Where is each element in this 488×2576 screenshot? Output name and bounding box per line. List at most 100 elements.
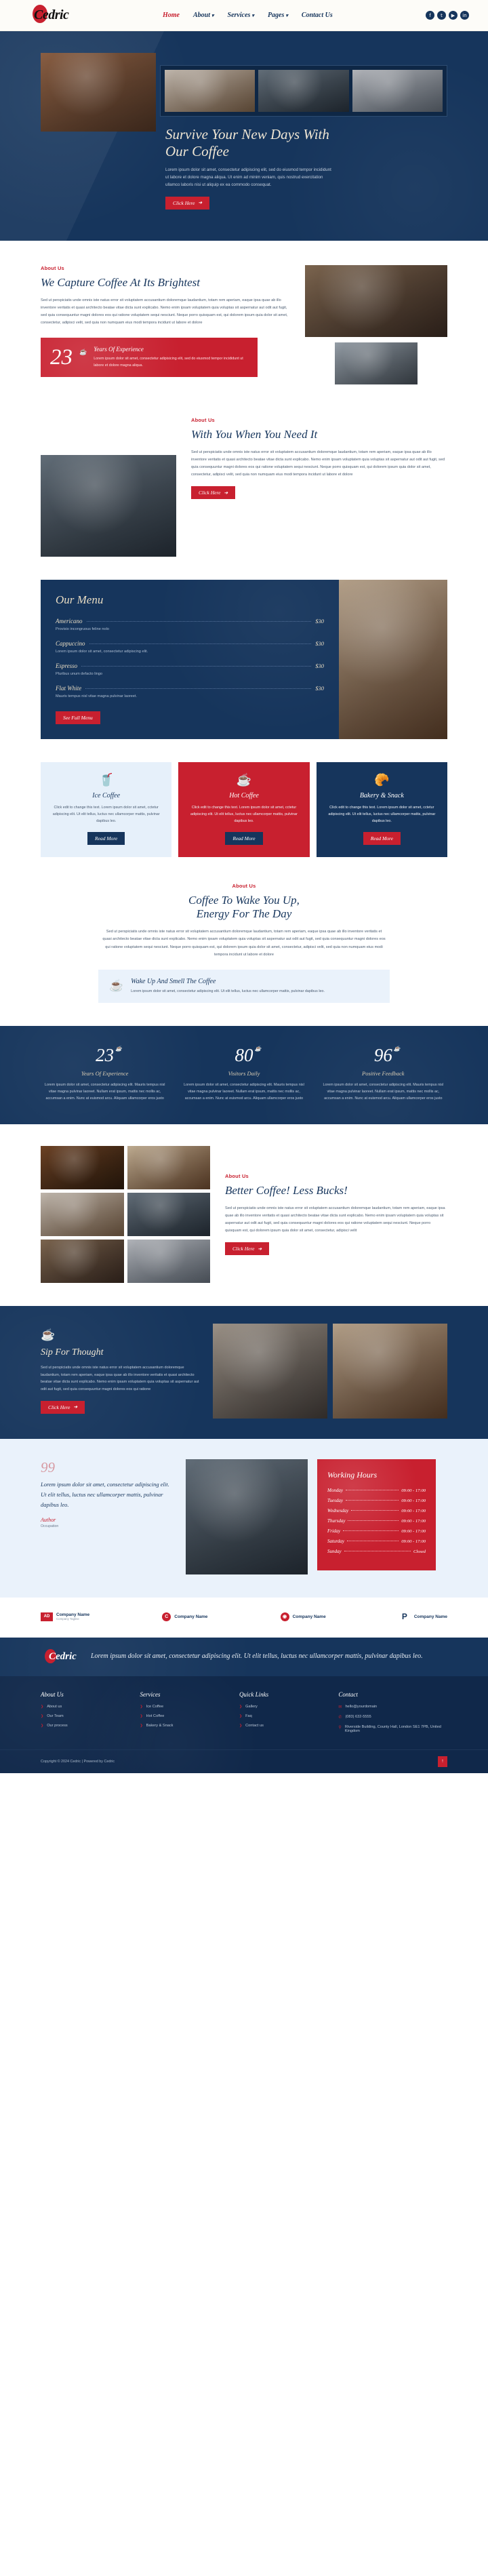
service-card-hot-coffee[interactable]: ☕ Hot Coffee Click edit to change this t… [178, 761, 310, 857]
menu-item: Americano $30 Provisio incongruous felin… [56, 618, 324, 631]
hero-main-image [41, 53, 156, 132]
twitter-icon[interactable]: t [437, 11, 446, 20]
hours-dot-leader [348, 1520, 399, 1521]
footer-link[interactable]: ❯ Bakery & Snack [140, 1724, 226, 1728]
menu-item-price: $30 [315, 684, 324, 692]
about1-title: We Capture Coffee At Its Brightest [41, 275, 200, 289]
read-more-button[interactable]: Read More [363, 831, 401, 845]
service-card-bakery-snack[interactable]: 🥐 Bakery & Snack Click edit to change th… [316, 761, 447, 857]
service-card-text: Click edit to change this text. Lorem ip… [328, 805, 436, 824]
facebook-icon[interactable]: f [426, 11, 434, 20]
better-image-pour [127, 1145, 210, 1189]
hero-paragraph: Lorem ipsum dolor sit amet, consectetur … [165, 167, 331, 188]
stat-label: Positive Feedback [362, 1069, 405, 1077]
arrow-right-icon: ➜ [198, 200, 203, 206]
sip-cta-button[interactable]: Click Here ➜ [41, 1400, 85, 1414]
footer-contact-email[interactable]: ✉ hello@yourdomain [338, 1705, 447, 1709]
footer-contact-phone[interactable]: ✆ (083) 632-5555 [338, 1715, 447, 1720]
about2-image-barista [41, 454, 176, 557]
nav-item-about[interactable]: About ▾ [193, 12, 214, 19]
brand-name: Company Name [56, 1612, 90, 1618]
brand-name: Company Name [174, 1614, 208, 1619]
service-card-ice-coffee[interactable]: 🥤 Ice Coffee Click edit to change this t… [41, 761, 172, 857]
working-hours-row: Sunday Closed [327, 1549, 426, 1554]
working-hours-row: Saturday 09:00 - 17:00 [327, 1539, 426, 1544]
hero-cta-button[interactable]: Click Here ➜ [165, 196, 210, 210]
better-image-customers [127, 1239, 210, 1283]
stat-text: Lorem ipsum dolor sit amet, consectetur … [323, 1082, 444, 1101]
testimonial-quote: Lorem ipsum dolor sit amet, consectetur … [41, 1480, 169, 1508]
hero-thumb-barista [258, 70, 349, 112]
footer-link[interactable]: ❯ Faq [239, 1714, 326, 1718]
social-links: f t ▶ in [426, 11, 469, 20]
energy-section: About Us Coffee To Wake You Up, Energy Fo… [0, 879, 488, 1026]
chevron-right-icon: ❯ [140, 1704, 143, 1709]
copyright-bar: Copyright © 2024 Cedric | Powered by Ced… [0, 1749, 488, 1773]
menu-item-name: Americano [56, 617, 83, 625]
scroll-to-top-button[interactable]: ↑ [438, 1756, 447, 1767]
cta-bar: Cedric Lorem ipsum dolor sit amet, conse… [0, 1637, 488, 1676]
nav-item-contact-us[interactable]: Contact Us [302, 12, 333, 19]
site-logo[interactable]: Cedric [19, 5, 121, 23]
experience-badge: 23 ☕ Years Of Experience Lorem ipsum dol… [41, 338, 258, 378]
linkedin-icon[interactable]: in [460, 11, 469, 20]
menu-item-price: $30 [315, 662, 324, 669]
footer-link[interactable]: ❯ Gallery [239, 1705, 326, 1709]
hot-coffee-cup-icon: ☕ [236, 772, 252, 787]
stat-number: 96 ☕ [373, 1044, 401, 1065]
working-hours-card: Working Hours Monday 09:00 - 17:00 Tuesd… [317, 1459, 436, 1570]
footer-link[interactable]: ❯ Contact us [239, 1724, 326, 1728]
testimonial-image-barista [186, 1459, 308, 1574]
smell-coffee-callout: ☕ Wake Up And Smell The Coffee Lorem ips… [98, 969, 390, 1003]
footer-heading: Services [140, 1690, 161, 1698]
coffee-cup-icon: ☕ [254, 1045, 262, 1052]
hero-thumbnail-strip [160, 65, 447, 117]
brand-logo-3: ◉ Company Name [280, 1612, 326, 1621]
coffee-cup-icon: ☕ [79, 349, 87, 356]
hero-section: Survive Your New Days With Our Coffee Lo… [0, 31, 488, 241]
footer-column-contact: Contact ✉ hello@yourdomain ✆ (083) 632-555… [338, 1691, 447, 1739]
site-footer: About Us ❯ About us ❯ Our Team ❯ Our proces… [0, 1676, 488, 1773]
footer-link[interactable]: ❯ Hot Coffee [140, 1714, 226, 1718]
footer-link[interactable]: ❯ About us [41, 1705, 127, 1709]
stat-visitors-daily: 80 ☕ Visitors Daily Lorem ipsum dolor sit… [180, 1046, 308, 1103]
better-title: Better Coffee! Less Bucks! [225, 1184, 348, 1197]
chevron-down-icon: ▾ [285, 13, 288, 18]
footer-heading: About Us [41, 1690, 64, 1698]
about-section-1: About Us We Capture Coffee At Its Bright… [0, 241, 488, 398]
nav-item-pages[interactable]: Pages ▾ [268, 12, 288, 19]
menu-item-desc: Pluribus unum defacto lingo [56, 671, 103, 676]
hero-thumb-team [352, 70, 443, 112]
hours-day: Friday [327, 1528, 341, 1534]
service-card-title: Ice Coffee [92, 791, 121, 799]
footer-link[interactable]: ❯ Our Team [41, 1714, 127, 1718]
about2-eyebrow: About Us [191, 416, 215, 423]
working-hours-row: Tuesday 09:00 - 17:00 [327, 1498, 426, 1503]
menu-item-name: Cappuccino [56, 639, 85, 647]
footer-contact-address[interactable]: ⚲ Riverside Building, County Hall, London… [338, 1725, 447, 1733]
main-navigation: Home About ▾ Services ▾ Pages ▾ Contact Us [163, 12, 333, 19]
read-more-button[interactable]: Read More [225, 831, 263, 845]
youtube-icon[interactable]: ▶ [449, 11, 458, 20]
footer-link[interactable]: ❯ Ice Coffee [140, 1705, 226, 1709]
see-full-menu-button[interactable]: See Full Menu [56, 711, 100, 724]
chevron-right-icon: ❯ [41, 1713, 44, 1718]
working-hours-row: Wednesday 09:00 - 17:00 [327, 1508, 426, 1513]
better-image-shop [41, 1239, 124, 1283]
about2-title: With You When You Need It [191, 427, 318, 441]
better-cta-button[interactable]: Click Here ➜ [225, 1242, 270, 1256]
coffee-cup-icon: ☕ [393, 1045, 401, 1052]
about1-image-team [335, 342, 418, 384]
about2-cta-button[interactable]: Click Here ➜ [191, 486, 236, 500]
experience-text: Lorem ipsum dolor sit amet, consectetur … [94, 357, 243, 368]
footer-link[interactable]: ❯ Our process [41, 1724, 127, 1728]
stats-section: 23 ☕ Years Of Experience Lorem ipsum dolo… [0, 1025, 488, 1124]
nav-item-home[interactable]: Home [163, 12, 180, 19]
nav-item-services[interactable]: Services ▾ [228, 12, 254, 19]
energy-eyebrow: About Us [232, 882, 256, 889]
hours-value: 09:00 - 17:00 [401, 1498, 426, 1503]
read-more-button[interactable]: Read More [87, 831, 125, 845]
phone-icon: ✆ [338, 1715, 342, 1720]
menu-feature-image [339, 579, 447, 739]
testimonial-image [186, 1459, 308, 1574]
